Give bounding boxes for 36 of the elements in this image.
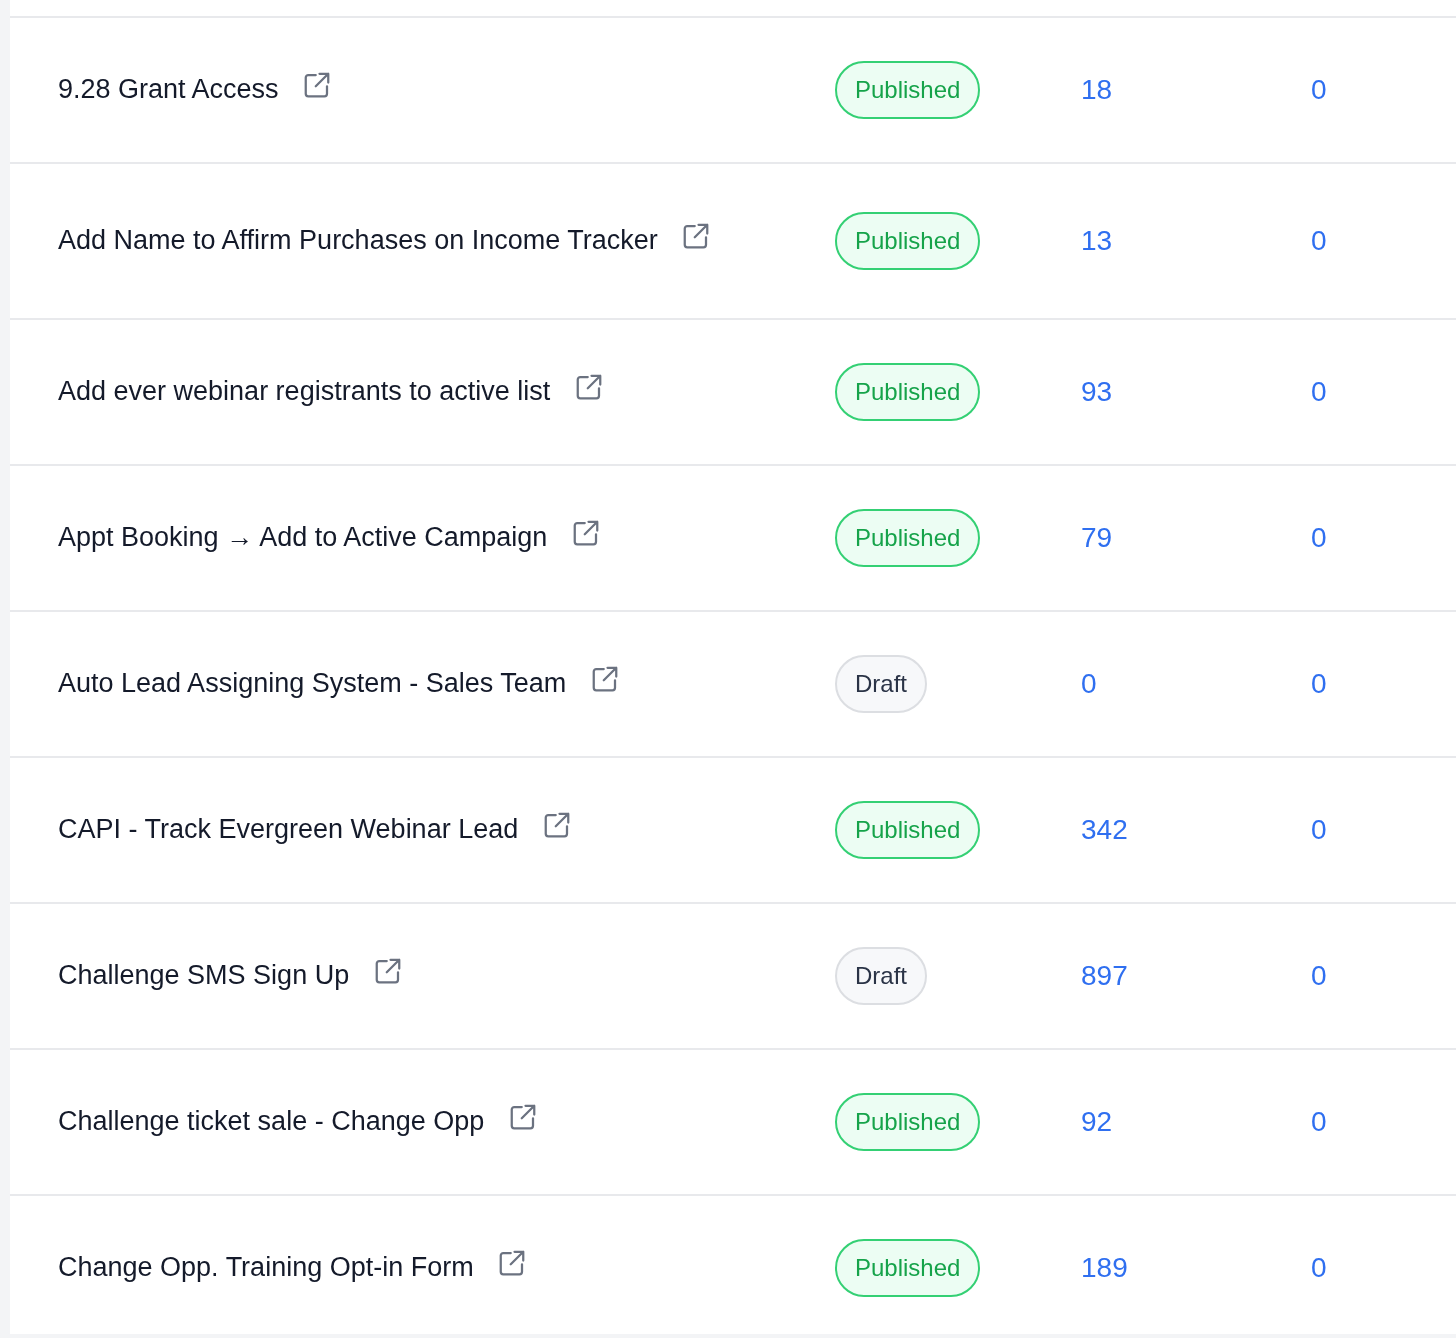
status-badge: Published	[835, 61, 981, 119]
automation-name: Challenge SMS Sign Up	[58, 960, 350, 991]
count-link[interactable]: 342	[1081, 814, 1128, 845]
column-value-link[interactable]: 0	[1311, 1252, 1327, 1283]
column-value-link[interactable]: 0	[1311, 225, 1327, 256]
status-badge: Published	[835, 509, 981, 567]
column-value-link[interactable]: 0	[1311, 376, 1327, 407]
column-value-link[interactable]: 0	[1311, 814, 1327, 845]
status-badge: Draft	[835, 655, 927, 713]
automation-name: Add Name to Affirm Purchases on Income Tracker	[58, 225, 658, 256]
status-badge: Draft	[835, 947, 927, 1005]
count-link[interactable]: 897	[1081, 960, 1128, 991]
column-value-link[interactable]: 0	[1311, 1106, 1327, 1137]
count-link[interactable]: 92	[1081, 1106, 1113, 1137]
automation-name: Auto Lead Assigning System - Sales Team	[58, 668, 567, 699]
automation-name: CAPI - Track Evergreen Webinar Lead	[58, 814, 519, 845]
automation-name: Challenge ticket sale - Change Opp	[58, 1106, 485, 1137]
status-badge: Published	[835, 212, 981, 270]
column-value-link[interactable]: 0	[1311, 74, 1327, 105]
count-link[interactable]: 79	[1081, 522, 1113, 553]
count-link[interactable]: 93	[1081, 376, 1113, 407]
count-link[interactable]: 18	[1081, 74, 1113, 105]
status-badge: Published	[835, 801, 981, 859]
status-badge: Published	[835, 1239, 981, 1297]
column-value-link[interactable]: 0	[1311, 522, 1327, 553]
count-link[interactable]: 0	[1081, 668, 1097, 699]
status-badge: Published	[835, 1093, 981, 1151]
column-value-link[interactable]: 0	[1311, 960, 1327, 991]
count-link[interactable]: 189	[1081, 1252, 1128, 1283]
automation-name: Add ever webinar registrants to active list	[58, 376, 551, 407]
column-value-link[interactable]: 0	[1311, 668, 1327, 699]
count-link[interactable]: 13	[1081, 225, 1113, 256]
automation-name: Appt Booking → Add to Active Campaign	[58, 522, 548, 553]
automation-name: 9.28 Grant Access	[58, 74, 279, 105]
automation-name: Change Opp. Training Opt-in Form	[58, 1252, 474, 1283]
status-badge: Published	[835, 363, 981, 421]
